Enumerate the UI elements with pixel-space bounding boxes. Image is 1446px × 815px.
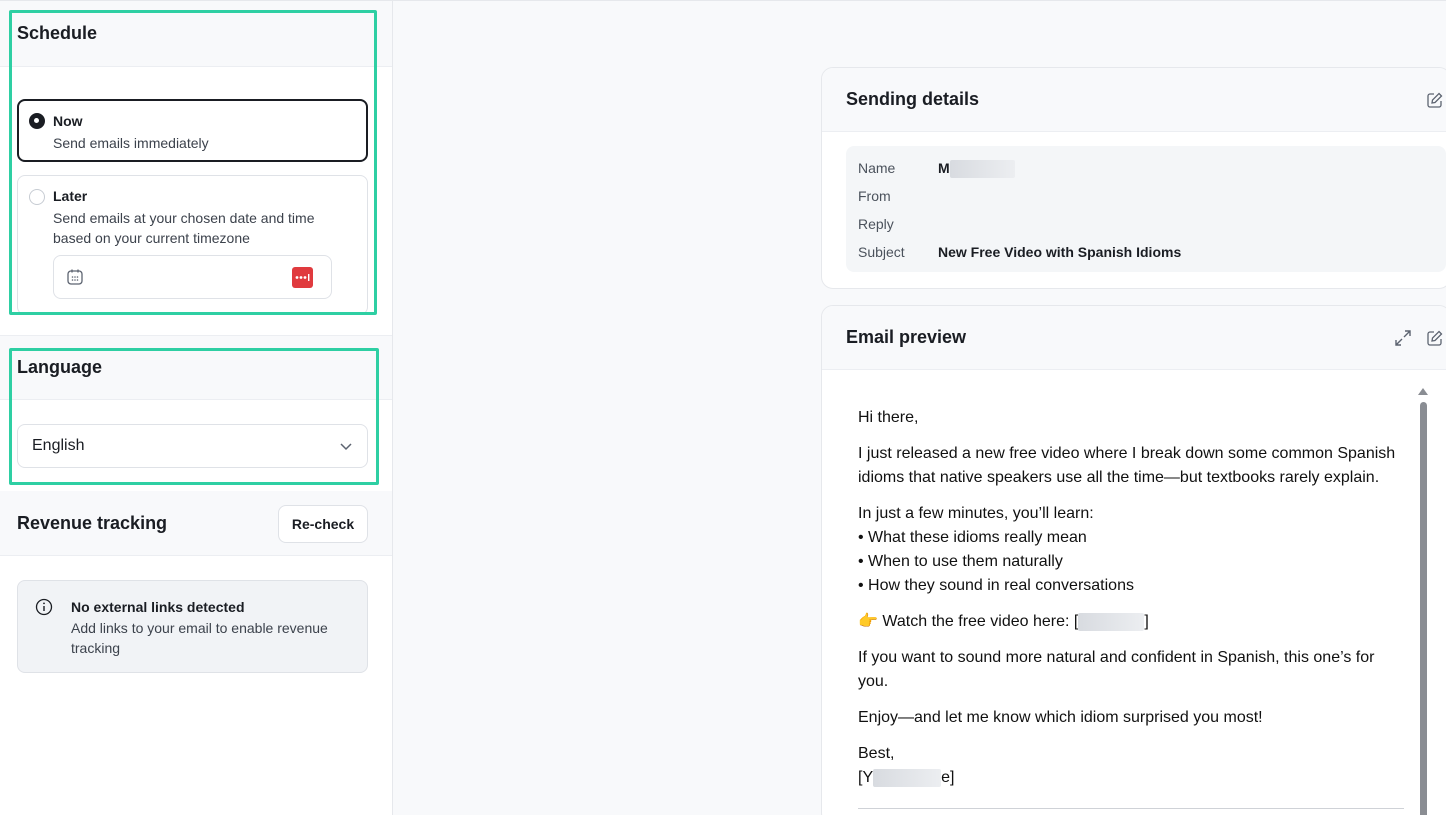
language-header: Language xyxy=(0,335,392,400)
detail-label: From xyxy=(858,188,891,204)
radio-now[interactable] xyxy=(29,113,45,129)
revenue-tracking-title: Revenue tracking xyxy=(17,512,168,533)
language-title: Language xyxy=(17,357,103,377)
option-now-desc: Send emails immediately xyxy=(53,135,209,151)
schedule-option-later[interactable]: Later Send emails at your chosen date an… xyxy=(17,175,368,315)
redacted-block xyxy=(949,160,1015,179)
redacted-block xyxy=(873,768,942,787)
info-title: No external links detected xyxy=(71,599,245,615)
date-time-input[interactable] xyxy=(53,255,332,299)
email-preview-title: Email preview xyxy=(846,327,967,347)
email-divider xyxy=(858,808,1404,809)
language-selected-value: English xyxy=(32,437,85,454)
detail-label: Name xyxy=(858,160,896,176)
detail-value: M xyxy=(938,160,1015,179)
sending-details-card: Sending details Name M From Reply Subjec… xyxy=(821,67,1446,289)
edit-icon[interactable] xyxy=(1426,91,1444,109)
redacted-block xyxy=(1078,612,1145,631)
email-watch-line: 👉 Watch the free video here: [] xyxy=(858,610,1403,634)
email-watch-text: Watch the free video here: xyxy=(882,613,1074,630)
scroll-up-arrow-icon[interactable] xyxy=(1418,388,1428,395)
email-signature: Best, [Y e] xyxy=(858,742,1403,790)
signature-start: [Y xyxy=(858,769,874,786)
sending-details-list: Name M From Reply Subject New Free Video… xyxy=(846,146,1446,272)
info-icon xyxy=(35,598,53,616)
schedule-option-now[interactable]: Now Send emails immediately xyxy=(17,99,368,162)
detail-label: Subject xyxy=(858,244,905,260)
detail-row-from: From xyxy=(858,188,938,204)
email-bullet: • What these idioms really mean xyxy=(858,529,1087,546)
option-now-title: Now xyxy=(53,113,83,129)
chevron-down-icon xyxy=(339,439,353,453)
email-bullet: • When to use them naturally xyxy=(858,553,1063,570)
app-root: Schedule Now Send emails immediately Lat… xyxy=(0,0,1446,815)
email-preview-header: Email preview xyxy=(822,306,1446,370)
email-paragraph-4: If you want to sound more natural and co… xyxy=(858,649,1375,690)
email-preview-card: Email preview Hi there, I just released … xyxy=(821,305,1446,815)
email-body: Hi there, I just released a new free vid… xyxy=(858,406,1403,802)
sending-details-title: Sending details xyxy=(846,89,980,109)
email-list-intro: In just a few minutes, you’ll learn: xyxy=(858,505,1094,522)
option-later-desc: Send emails at your chosen date and time… xyxy=(53,210,315,246)
expand-icon[interactable] xyxy=(1394,329,1412,347)
detail-row-reply: Reply xyxy=(858,216,938,232)
detail-label: Reply xyxy=(858,216,894,232)
email-greeting: Hi there, xyxy=(858,409,919,426)
detail-row-subject: Subject New Free Video with Spanish Idio… xyxy=(858,244,1181,260)
detail-row-name: Name M xyxy=(858,160,1015,179)
schedule-title: Schedule xyxy=(17,23,98,43)
language-select[interactable]: English xyxy=(17,424,368,468)
calendar-icon[interactable] xyxy=(66,268,84,286)
no-links-info-box: No external links detected Add links to … xyxy=(17,580,368,673)
radio-later[interactable] xyxy=(29,189,45,205)
password-manager-icon[interactable] xyxy=(292,267,313,288)
email-bullet: • How they sound in real conversations xyxy=(858,577,1134,594)
email-learn-list: In just a few minutes, you’ll learn: • W… xyxy=(858,502,1403,598)
email-paragraph-1: I just released a new free video where I… xyxy=(858,445,1396,486)
settings-sidebar: Schedule Now Send emails immediately Lat… xyxy=(0,1,393,815)
preview-scrollbar[interactable] xyxy=(1418,388,1428,815)
email-paragraph-5: Enjoy—and let me know which idiom surpri… xyxy=(858,709,1263,726)
option-later-title: Later xyxy=(53,188,88,204)
pointing-hand-icon: 👉 xyxy=(858,613,878,630)
video-link[interactable]: [] xyxy=(1074,612,1149,631)
sending-details-header: Sending details xyxy=(822,68,1446,132)
schedule-header: Schedule xyxy=(0,1,392,67)
scroll-thumb[interactable] xyxy=(1420,402,1427,815)
edit-icon[interactable] xyxy=(1426,329,1444,347)
detail-value: New Free Video with Spanish Idioms xyxy=(938,244,1182,260)
recheck-button[interactable]: Re-check xyxy=(278,505,368,543)
signature-end: e] xyxy=(941,769,955,786)
email-signoff: Best, xyxy=(858,745,895,762)
info-description: Add links to your email to enable revenu… xyxy=(71,620,328,656)
